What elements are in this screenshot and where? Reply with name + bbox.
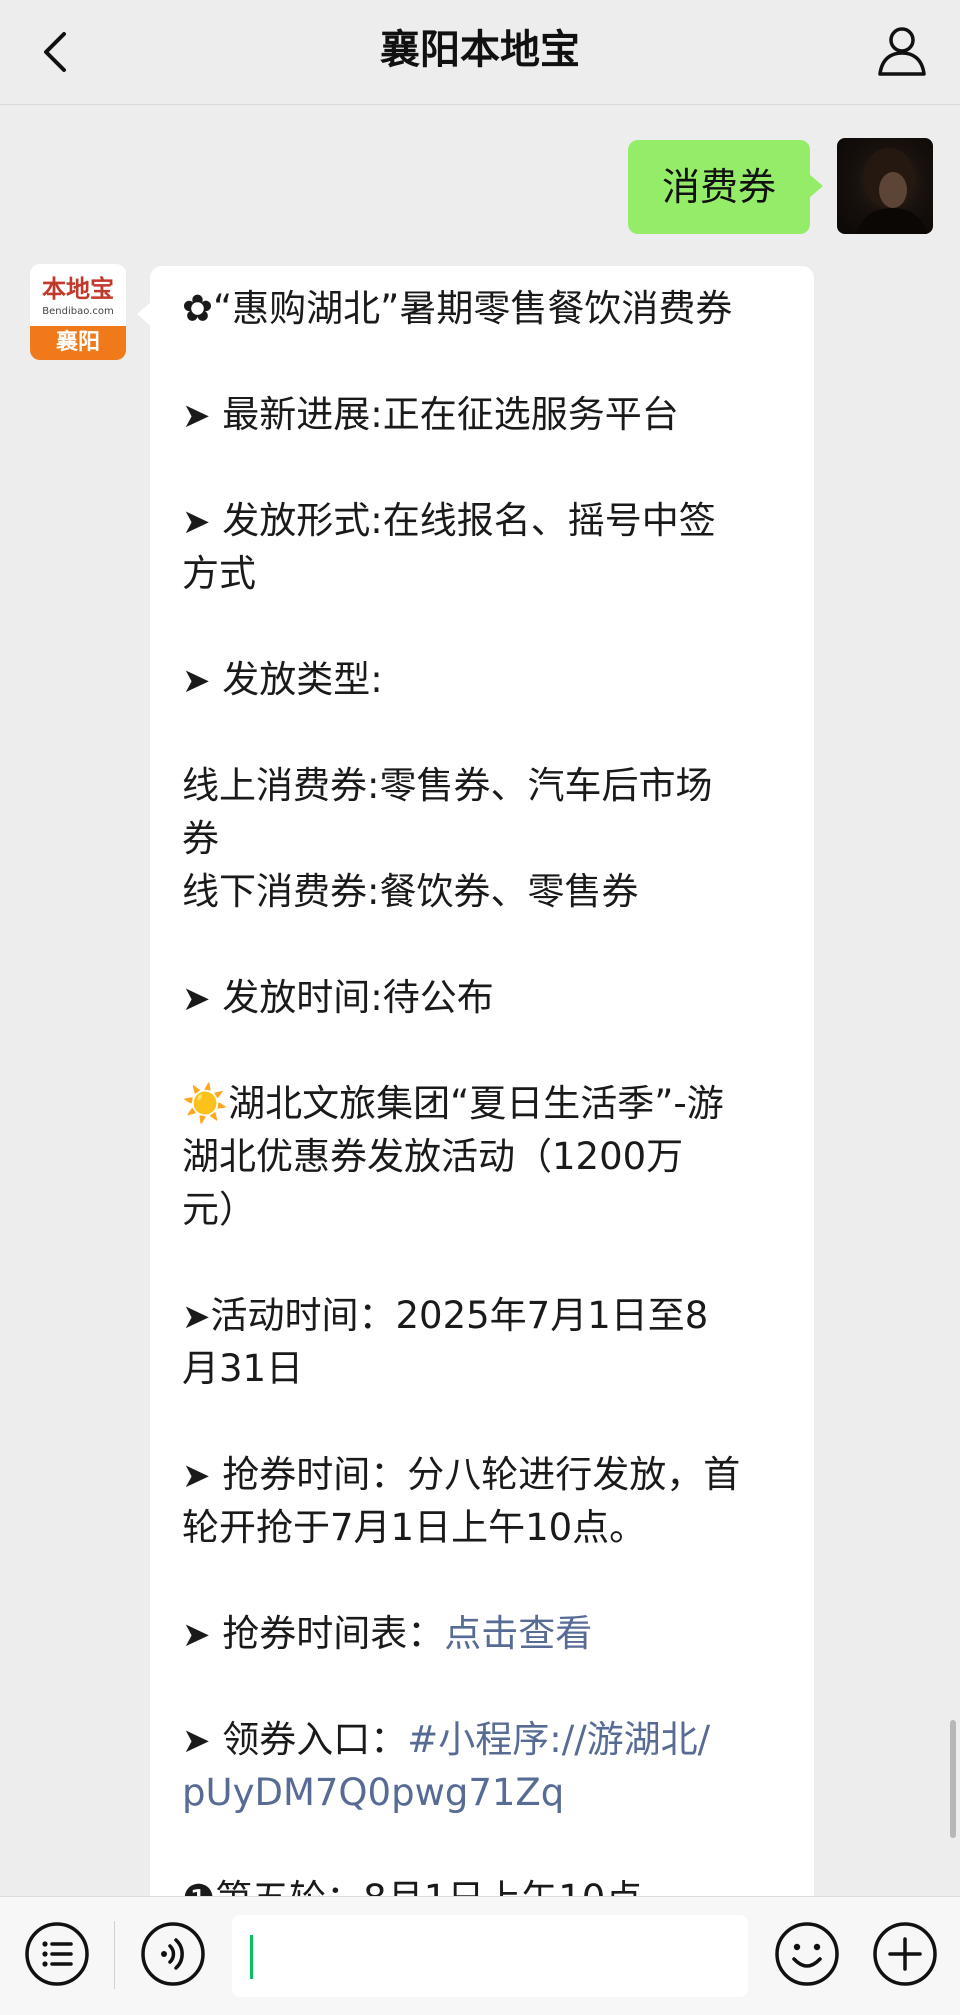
message-link[interactable]: #小程序://游湖北/ <box>407 1718 710 1761</box>
scrollbar[interactable] <box>950 1720 956 1838</box>
arrow-icon: ➤ <box>182 1297 211 1337</box>
line-text: ☀️湖北文旅集团“夏日生活季”-游 <box>182 1082 724 1125</box>
message-line: ➤ 发放形式:在线报名、摇号中签 <box>182 494 787 547</box>
message-line: ➤ 发放时间:待公布 <box>182 971 787 1024</box>
text-caret <box>250 1935 253 1979</box>
message-line: ➤活动时间：2025年7月1日至8 <box>182 1289 787 1342</box>
incoming-message[interactable]: ✿“惠购湖北”暑期零售餐饮消费券 ➤ 最新进展:正在征选服务平台 ➤ 发放形式:在线… <box>137 266 814 1896</box>
toolbar-divider <box>114 1921 115 1989</box>
arrow-icon: ➤ <box>182 502 211 542</box>
message-line: 线下消费券:餐饮券、零售券 <box>182 865 787 918</box>
line-text: 抢券时间：分八轮进行发放，首 <box>210 1453 741 1496</box>
logo-text: 本地宝 <box>42 275 114 303</box>
arrow-icon: ➤ <box>182 661 211 701</box>
chat-area[interactable]: 消费券 本地宝 Bendibao.com 襄阳 ✿“惠购湖北”暑期零售餐饮消费券… <box>0 104 960 1896</box>
message-line: ➤ 发放类型: <box>182 653 787 706</box>
plus-icon <box>873 1922 937 1986</box>
menu-list-icon <box>25 1922 89 1986</box>
line-text: 发放类型: <box>210 658 383 701</box>
more-button[interactable] <box>870 1919 940 1989</box>
message-link[interactable]: pUyDM7Q0pwg71Zq <box>182 1771 564 1814</box>
arrow-icon: ➤ <box>182 979 211 1019</box>
line-text: 轮开抢于7月1日上午10点。 <box>182 1506 647 1549</box>
arrow-icon: ➤ <box>182 1721 211 1761</box>
outgoing-message[interactable]: 消费券 <box>628 140 824 234</box>
menu-button[interactable] <box>22 1919 92 1989</box>
message-input[interactable] <box>232 1915 748 1997</box>
message-line: pUyDM7Q0pwg71Zq <box>182 1766 787 1819</box>
message-line: 券 <box>182 812 787 865</box>
message-line: ☀️湖北文旅集团“夏日生活季”-游 <box>182 1077 787 1130</box>
message-line: 月31日 <box>182 1342 787 1395</box>
arrow-icon: ➤ <box>182 396 211 436</box>
line-text: ❶第五轮：8月1日上午10点 <box>182 1877 642 1896</box>
arrow-icon: ➤ <box>182 1456 211 1496</box>
message-link[interactable]: 点击查看 <box>444 1612 592 1655</box>
line-text: 券 <box>182 817 219 860</box>
logo-url: Bendibao.com <box>42 306 114 317</box>
line-text: 发放形式:在线报名、摇号中签 <box>210 499 716 542</box>
message-line: ✿“惠购湖北”暑期零售餐饮消费券 <box>182 282 787 335</box>
chat-title: 襄阳本地宝 <box>380 27 580 73</box>
voice-icon <box>141 1922 205 1986</box>
message-line: ❶第五轮：8月1日上午10点 <box>182 1872 787 1896</box>
line-text: 元） <box>182 1188 256 1231</box>
emoji-button[interactable] <box>772 1919 842 1989</box>
line-text: 湖北优惠券发放活动（1200万 <box>182 1135 684 1178</box>
message-line: 元） <box>182 1183 787 1236</box>
message-line: ➤ 领券入口：#小程序://游湖北/ <box>182 1713 787 1766</box>
emoji-icon <box>775 1922 839 1986</box>
message-line: ➤ 抢券时间表：点击查看 <box>182 1607 787 1660</box>
line-text: 方式 <box>182 552 256 595</box>
message-line: 湖北优惠券发放活动（1200万 <box>182 1130 787 1183</box>
message-line: 方式 <box>182 547 787 600</box>
line-text: 发放时间:待公布 <box>210 976 494 1019</box>
profile-button[interactable] <box>872 20 932 80</box>
official-account-avatar[interactable]: 本地宝 Bendibao.com 襄阳 <box>30 264 126 360</box>
logo-city: 襄阳 <box>30 326 126 360</box>
line-text: ✿“惠购湖北”暑期零售餐饮消费券 <box>182 287 733 330</box>
line-text: 活动时间：2025年7月1日至8 <box>210 1294 709 1337</box>
arrow-icon: ➤ <box>182 1615 211 1655</box>
message-line: 线上消费券:零售券、汽车后市场 <box>182 759 787 812</box>
line-text: 线下消费券:餐饮券、零售券 <box>182 870 639 913</box>
line-text: 抢券时间表： <box>210 1612 445 1655</box>
line-text: 领券入口： <box>210 1718 408 1761</box>
message-line: 轮开抢于7月1日上午10点。 <box>182 1501 787 1554</box>
message-body: ✿“惠购湖北”暑期零售餐饮消费券 ➤ 最新进展:正在征选服务平台 ➤ 发放形式:在线… <box>182 282 787 1896</box>
line-text: 最新进展:正在征选服务平台 <box>210 393 679 436</box>
message-line: ➤ 抢券时间：分八轮进行发放，首 <box>182 1448 787 1501</box>
voice-button[interactable] <box>138 1919 208 1989</box>
avatar-image <box>857 148 927 234</box>
line-text: 线上消费券:零售券、汽车后市场 <box>182 764 713 807</box>
user-avatar[interactable] <box>837 138 933 234</box>
message-line: ➤ 最新进展:正在征选服务平台 <box>182 388 787 441</box>
nav-bar: 襄阳本地宝 <box>0 0 960 105</box>
line-text: 月31日 <box>182 1347 304 1390</box>
input-toolbar <box>0 1896 960 2015</box>
person-icon <box>878 27 926 76</box>
